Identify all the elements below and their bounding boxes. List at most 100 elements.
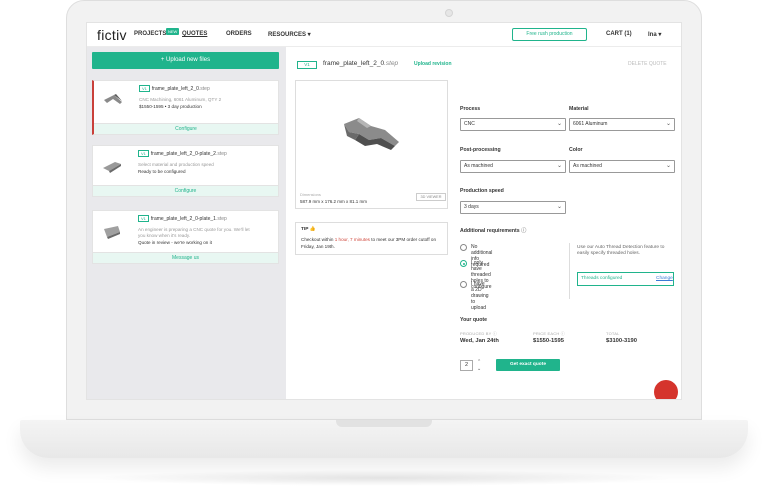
- configure-button[interactable]: Configure: [93, 185, 278, 196]
- get-exact-quote-button[interactable]: Get exact quote: [496, 359, 560, 371]
- tip-box: TIP 👍 Checkout within 1 hour, 7 minutes …: [295, 222, 448, 255]
- part-viewer[interactable]: Dimensions 587.9 mm x 176.2 mm x 81.1 mm…: [295, 80, 448, 209]
- post-processing-select[interactable]: As machined ⌄: [460, 160, 566, 173]
- post-processing-label: Post-processing: [460, 147, 501, 153]
- dimensions-value: 587.9 mm x 176.2 mm x 81.1 mm: [300, 199, 368, 204]
- delete-quote-button[interactable]: DELETE QUOTE: [628, 61, 667, 67]
- file-extension: .step: [215, 151, 227, 157]
- post-processing-value: As machined: [464, 163, 493, 169]
- nav-quotes[interactable]: QUOTES: [182, 31, 207, 37]
- tip-title-text: TIP: [301, 227, 309, 232]
- part-card[interactable]: V1 frame_plate_left_2_0-plate_2.step Sele…: [92, 145, 279, 197]
- user-menu[interactable]: Ina ▾: [648, 31, 661, 38]
- tip-title: TIP 👍: [301, 227, 316, 232]
- part-card[interactable]: V1 frame_plate_left_2_0.step CNC Machinin…: [92, 80, 279, 135]
- color-label: Color: [569, 147, 583, 153]
- part-status: Ready to be configured: [138, 169, 186, 174]
- tip-text-start: Checkout within: [301, 237, 335, 242]
- chevron-down-icon: ⌄: [556, 121, 562, 127]
- process-label: Process: [460, 106, 481, 112]
- part-card[interactable]: V1 frame_plate_left_2_0-plate_1.step An e…: [92, 210, 279, 264]
- threads-configured-label: Threads configured: [581, 276, 623, 281]
- part-filename: frame_plate_left_2_0: [323, 60, 385, 67]
- material-select[interactable]: 6061 Aluminum ⌄: [569, 118, 675, 131]
- change-threads-link[interactable]: Change: [656, 276, 673, 281]
- free-rush-production-button[interactable]: Free rush production: [512, 28, 587, 41]
- info-icon[interactable]: ⓘ: [493, 331, 497, 336]
- price-each-label-text: PRICE EACH: [533, 331, 560, 336]
- total-label: TOTAL: [606, 331, 620, 336]
- part-card-title: V1 frame_plate_left_2_0.step: [139, 85, 210, 92]
- upload-new-files-button[interactable]: + Upload new files: [92, 52, 279, 69]
- part-thumbnail: [104, 94, 122, 104]
- message-us-button[interactable]: Message us: [93, 252, 278, 263]
- note-text: Use our Auto Thread Detection feature to…: [577, 245, 665, 257]
- chevron-down-icon: ⌄: [665, 121, 671, 127]
- price-each-label: PRICE EACH ⓘ: [533, 331, 565, 337]
- version-tag: V1: [139, 85, 150, 92]
- file-title: frame_plate_left_2_0.step: [323, 60, 398, 67]
- production-speed-select[interactable]: 3 days ⌄: [460, 201, 566, 214]
- material-label: Material: [569, 106, 589, 112]
- thumbs-up-icon: 👍: [309, 227, 316, 232]
- upload-revision-link[interactable]: Upload revision: [414, 61, 452, 67]
- part-status: Quote in review - we're working on it: [138, 240, 212, 245]
- part-status-hint: Select material and production speed: [138, 162, 214, 167]
- top-navigation: fictiv PROJECTS NEW QUOTES ORDERS RESOUR…: [87, 23, 681, 47]
- color-value: As machined: [573, 163, 602, 169]
- new-badge: NEW: [166, 28, 180, 35]
- threads-configured-box: Threads configured Change: [577, 272, 674, 286]
- info-icon[interactable]: ⓘ: [521, 228, 526, 234]
- part-review-note: An engineer is preparing a CNC quote for…: [138, 227, 250, 232]
- process-value: CNC: [464, 121, 475, 127]
- produced-by-label: PRODUCED BY ⓘ: [460, 331, 497, 337]
- nav-projects[interactable]: PROJECTS: [134, 31, 166, 37]
- quantity-input[interactable]: 2: [460, 360, 473, 371]
- price-each-value: $1550-1595: [533, 338, 564, 344]
- version-tag: V1: [138, 150, 149, 157]
- info-icon[interactable]: ⓘ: [561, 331, 565, 336]
- production-speed-label: Production speed: [460, 188, 504, 194]
- version-tag: V1: [138, 215, 149, 222]
- dimensions-label: Dimensions: [300, 192, 321, 197]
- production-speed-value: 3 days: [464, 204, 479, 210]
- part-3d-render: [344, 118, 399, 150]
- thread-detection-note: Use our Auto Thread Detection feature to…: [569, 243, 679, 299]
- additional-requirements-text: Additional requirements: [460, 228, 520, 234]
- nav-orders[interactable]: ORDERS: [226, 31, 252, 37]
- part-filename: frame_plate_left_2_0-plate_1: [150, 216, 216, 222]
- app-screen: fictiv PROJECTS NEW QUOTES ORDERS RESOUR…: [86, 22, 682, 400]
- part-filename: frame_plate_left_2_0-plate_2: [150, 151, 216, 157]
- camera-icon: [445, 9, 453, 17]
- chat-icon[interactable]: [654, 380, 678, 399]
- quantity-decrement-icon[interactable]: ⌄: [477, 366, 481, 372]
- radio-button[interactable]: [460, 244, 467, 251]
- part-review-note-2: you know when it's ready.: [138, 233, 191, 238]
- chevron-down-icon: ⌄: [665, 163, 671, 169]
- part-specs: CNC Machining, 6061 Aluminum, QTY 2: [139, 97, 222, 102]
- part-card-title: V1 frame_plate_left_2_0-plate_1.step: [138, 215, 227, 222]
- quote-detail-panel: V1 frame_plate_left_2_0.step Upload revi…: [286, 47, 681, 399]
- laptop-base: [20, 420, 748, 458]
- checkout-countdown: 1 hour, 7 minutes: [334, 237, 370, 242]
- process-select[interactable]: CNC ⌄: [460, 118, 566, 131]
- produced-by-label-text: PRODUCED BY: [460, 331, 492, 336]
- part-card-title: V1 frame_plate_left_2_0-plate_2.step: [138, 150, 227, 157]
- 3d-viewer-button[interactable]: 3D VIEWER: [416, 193, 446, 201]
- quantity-increment-icon[interactable]: ⌃: [477, 359, 481, 365]
- fictiv-logo[interactable]: fictiv: [97, 27, 127, 43]
- nav-resources-dropdown[interactable]: RESOURCES ▾: [268, 31, 311, 38]
- file-extension: .step: [384, 60, 399, 67]
- your-quote-heading: Your quote: [460, 317, 487, 323]
- chevron-down-icon: ⌄: [556, 163, 562, 169]
- laptop-shadow: [90, 470, 678, 486]
- configure-button[interactable]: Configure: [94, 123, 278, 134]
- cart-link[interactable]: CART (1): [606, 31, 632, 37]
- radio-button-selected[interactable]: [460, 260, 467, 267]
- parts-sidebar: + Upload new files V1 frame_plate_left_2_…: [87, 47, 286, 399]
- additional-requirements-label: Additional requirements ⓘ: [460, 227, 526, 234]
- color-select[interactable]: As machined ⌄: [569, 160, 675, 173]
- radio-button[interactable]: [460, 281, 467, 288]
- chevron-down-icon: ⌄: [556, 204, 562, 210]
- part-price: $1550-1595 • 3 day production: [139, 104, 202, 109]
